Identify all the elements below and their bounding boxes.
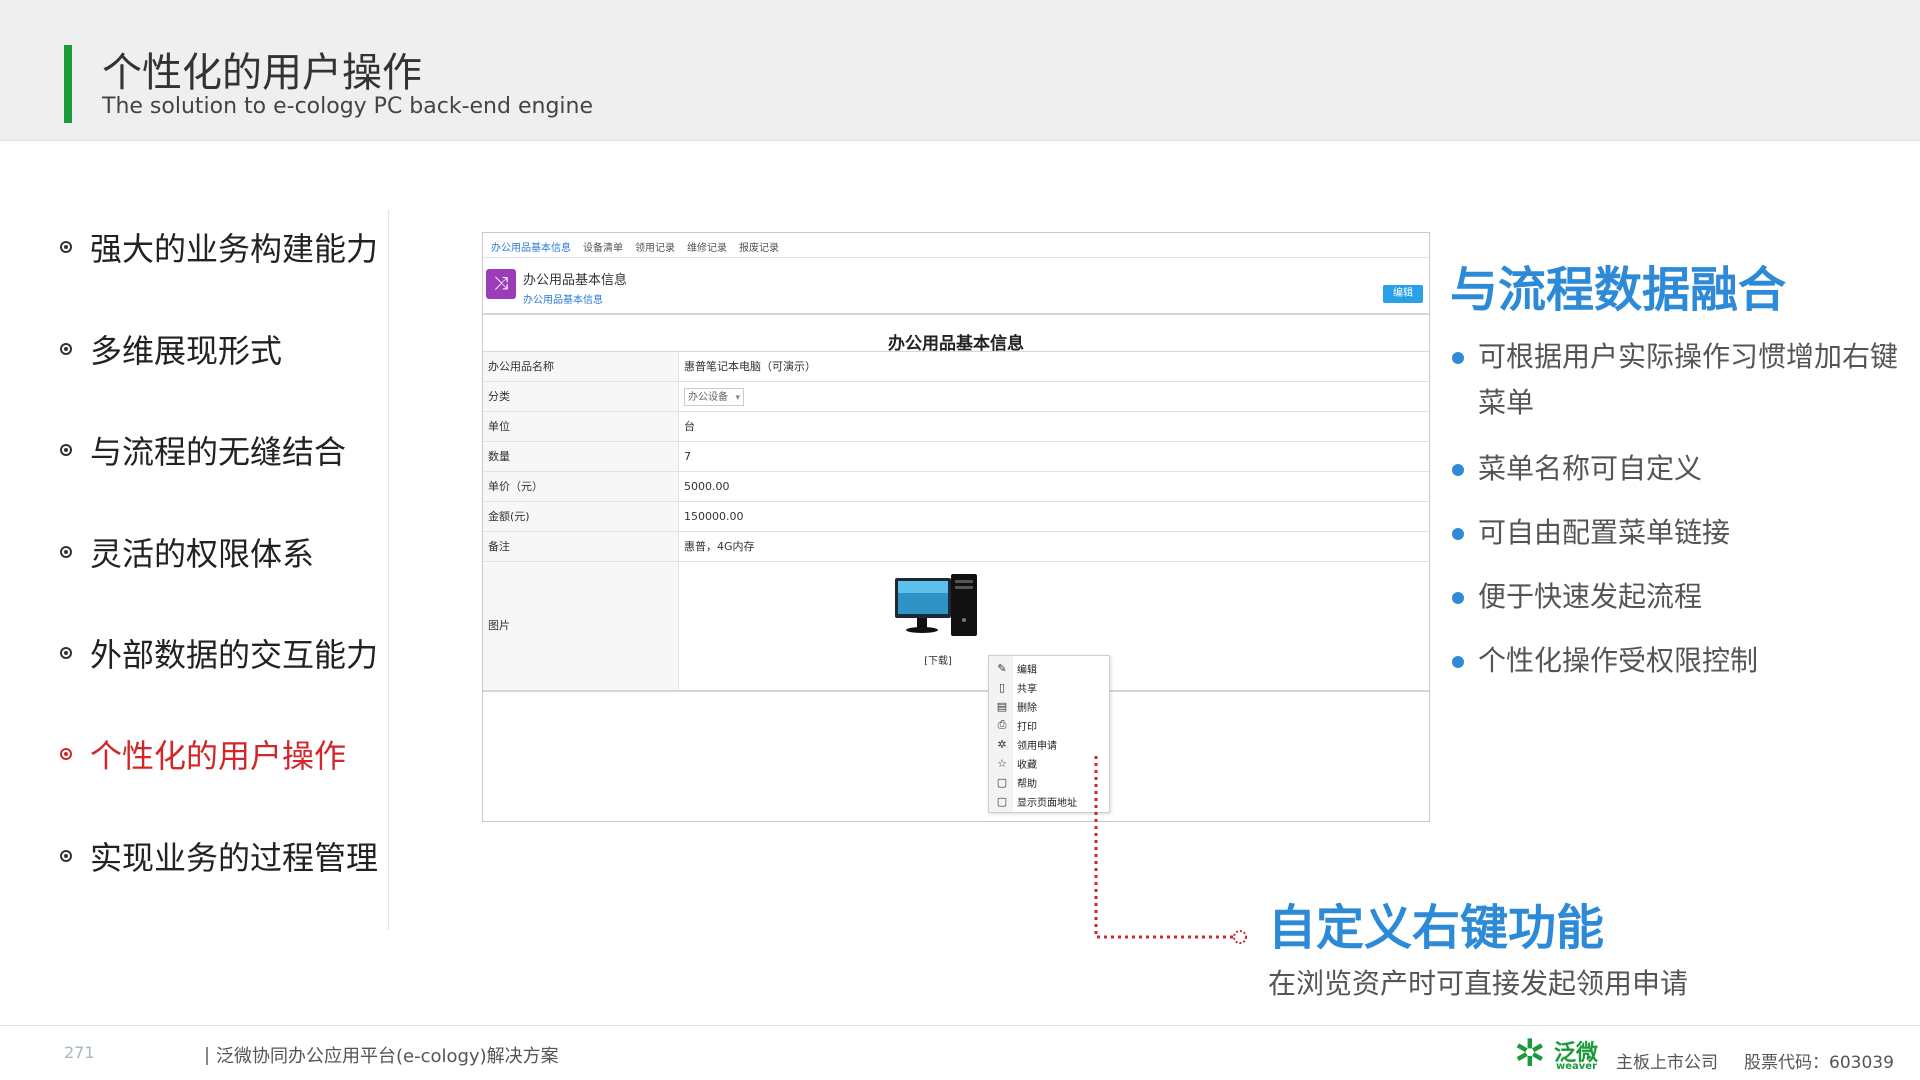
- logo-flower-icon: ✲: [1514, 1031, 1546, 1075]
- annotation-title: 自定义右键功能: [1268, 900, 1605, 956]
- weaver-logo: ✲ 泛微 weaver: [1514, 1030, 1602, 1076]
- footer-product-name: 泛微协同办公应用平台(e-cology)解决方案: [206, 1042, 559, 1068]
- logo-text-en: weaver: [1556, 1061, 1598, 1072]
- footer-stock-code: 股票代码：603039: [1744, 1053, 1894, 1073]
- page-number: 271: [64, 1043, 95, 1062]
- annotation-connector: [1094, 756, 1247, 944]
- annotation-subtitle: 在浏览资产时可直接发起领用申请: [1268, 967, 1689, 1000]
- footer-company-label: 主板上市公司: [1616, 1053, 1718, 1073]
- footer-divider: [0, 1025, 1920, 1026]
